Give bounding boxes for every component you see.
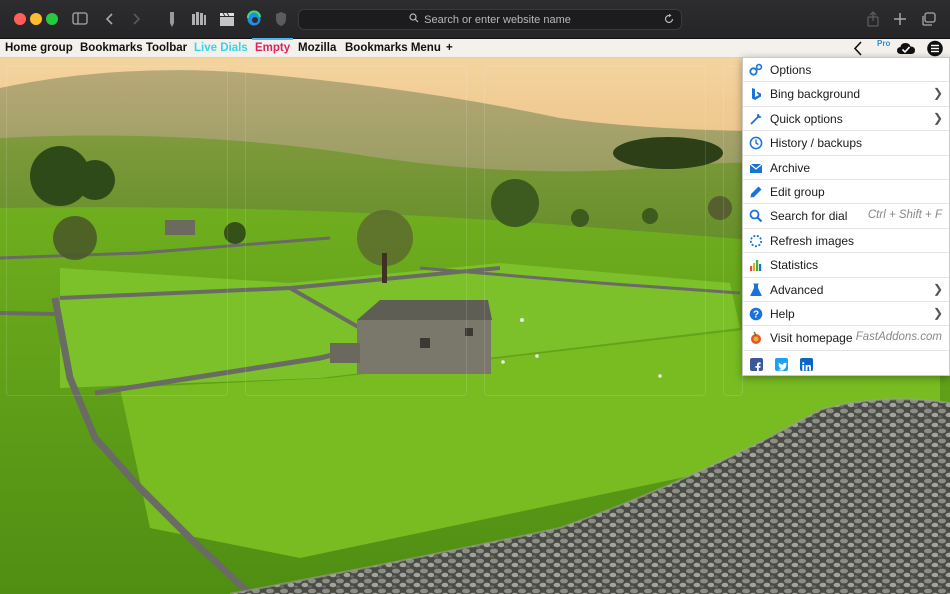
- address-bar[interactable]: Search or enter website name: [298, 9, 682, 30]
- menu-item-visit-homepage[interactable]: Visit homepage FastAddons.com: [743, 326, 949, 351]
- menu-item-search-for-dial[interactable]: Search for dial Ctrl + Shift + F: [743, 204, 949, 229]
- address-placeholder: Search or enter website name: [424, 13, 571, 26]
- browser-toolbar: Search or enter website name: [0, 0, 950, 39]
- gears-icon: [749, 63, 763, 77]
- clapper-extension-icon[interactable]: [219, 10, 235, 28]
- empty-dial-slot[interactable]: [6, 66, 228, 396]
- forward-icon[interactable]: [130, 10, 142, 28]
- chevron-right-icon: ❯: [932, 110, 943, 125]
- group-tab-mozilla[interactable]: Mozilla: [298, 41, 336, 56]
- chevron-left-icon[interactable]: [852, 40, 864, 57]
- pencil-icon: [749, 185, 763, 199]
- wrench-icon: [749, 112, 763, 126]
- edge-extension-icon[interactable]: [246, 10, 262, 28]
- bing-icon: [749, 87, 763, 101]
- chevron-right-icon: ❯: [932, 86, 943, 101]
- chevron-right-icon: ❯: [932, 306, 943, 320]
- group-tab-live-dials[interactable]: Live Dials: [194, 41, 248, 56]
- menu-item-bing-background[interactable]: Bing background ❯: [743, 82, 949, 107]
- library-extension-icon[interactable]: [191, 10, 207, 28]
- pro-badge: Pro: [877, 39, 891, 48]
- menu-shortcut: Ctrl + Shift + F: [867, 209, 942, 222]
- zoom-window-button[interactable]: [46, 13, 58, 25]
- main-dropdown-menu: Options Bing background ❯ Quick options …: [742, 57, 950, 376]
- chevron-right-icon: ❯: [932, 281, 943, 296]
- shield-icon[interactable]: [274, 10, 288, 28]
- homepage-domain: FastAddons.com: [855, 331, 942, 344]
- social-links: [743, 352, 949, 376]
- menu-item-help[interactable]: ? Help ❯: [743, 302, 949, 327]
- help-icon: ?: [749, 307, 763, 321]
- menu-item-history-backups[interactable]: History / backups: [743, 131, 949, 156]
- menu-item-refresh-images[interactable]: Refresh images: [743, 229, 949, 254]
- new-tab-icon[interactable]: [893, 10, 907, 28]
- pen-extension-icon[interactable]: [166, 10, 178, 28]
- add-group-button[interactable]: +: [446, 41, 453, 56]
- fastaddons-icon: [749, 331, 763, 345]
- svg-text:?: ?: [753, 310, 759, 321]
- close-window-button[interactable]: [14, 13, 26, 25]
- bar-chart-icon: [749, 258, 763, 272]
- search-icon: [409, 13, 419, 26]
- history-icon: [749, 136, 763, 150]
- reload-icon[interactable]: [663, 13, 675, 28]
- empty-dial-slot[interactable]: [245, 66, 467, 396]
- group-tab-home[interactable]: Home group: [5, 41, 73, 56]
- menu-item-archive[interactable]: Archive: [743, 156, 949, 180]
- empty-dial-slot[interactable]: [484, 66, 706, 396]
- back-icon[interactable]: [104, 10, 116, 28]
- group-tab-bookmarks-toolbar[interactable]: Bookmarks Toolbar: [80, 41, 187, 56]
- menu-item-advanced[interactable]: Advanced ❯: [743, 278, 949, 302]
- linkedin-icon[interactable]: [800, 358, 813, 371]
- empty-dial-slot[interactable]: [723, 66, 743, 396]
- archive-icon: [749, 161, 763, 175]
- facebook-icon[interactable]: [750, 358, 763, 373]
- cloud-sync-icon[interactable]: [896, 40, 916, 57]
- sidebar-toggle-icon[interactable]: [72, 10, 88, 28]
- menu-item-quick-options[interactable]: Quick options ❯: [743, 107, 949, 132]
- bookmark-groups-bar: Home group Bookmarks Toolbar Live Dials …: [0, 38, 950, 58]
- hamburger-menu-icon[interactable]: [926, 40, 944, 57]
- menu-item-edit-group[interactable]: Edit group: [743, 180, 949, 205]
- tab-overview-icon[interactable]: [921, 10, 937, 28]
- share-icon[interactable]: [866, 10, 880, 28]
- minimize-window-button[interactable]: [30, 13, 42, 25]
- group-tab-bookmarks-menu[interactable]: Bookmarks Menu: [345, 41, 441, 56]
- search-icon: [749, 209, 763, 223]
- menu-item-statistics[interactable]: Statistics: [743, 253, 949, 278]
- refresh-icon: [749, 234, 763, 248]
- group-tab-empty[interactable]: Empty: [251, 38, 294, 57]
- flask-icon: [749, 283, 763, 297]
- twitter-icon[interactable]: [775, 358, 788, 371]
- menu-item-options[interactable]: Options: [743, 58, 949, 83]
